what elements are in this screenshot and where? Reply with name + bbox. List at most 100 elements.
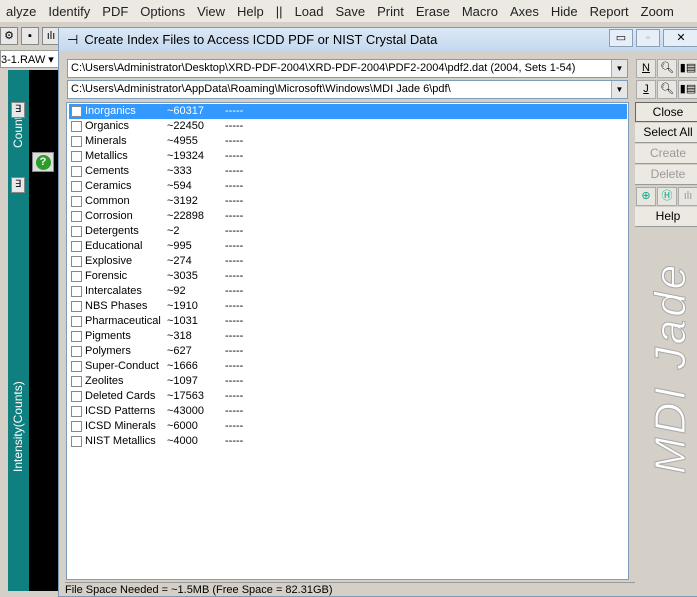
h-icon[interactable]: Ⓗ [657, 187, 677, 206]
checkbox[interactable] [71, 286, 82, 297]
checkbox[interactable] [71, 391, 82, 402]
list-item[interactable]: Pharmaceutical ~1031 ----- [69, 314, 627, 329]
menu-item[interactable]: View [191, 4, 231, 19]
list-item[interactable]: NIST Metallics ~4000 ----- [69, 434, 627, 449]
close-button[interactable]: Close [635, 102, 697, 122]
checkbox[interactable] [71, 406, 82, 417]
menu-item[interactable]: Save [329, 4, 371, 19]
settings-icon[interactable]: ⚙ [0, 27, 18, 45]
item-name: Deleted Cards [85, 390, 156, 402]
list-item[interactable]: Ceramics ~594 ----- [69, 179, 627, 194]
j-button[interactable]: J [636, 80, 656, 99]
checkbox[interactable] [71, 346, 82, 357]
checkbox[interactable] [71, 301, 82, 312]
list-item[interactable]: Intercalates ~92 ----- [69, 284, 627, 299]
menu-item[interactable]: Erase [410, 4, 456, 19]
search-icon[interactable]: 🔍︎ [657, 59, 677, 78]
chevron-down-icon[interactable]: ▼ [611, 60, 627, 77]
maximize-button[interactable]: ▫ [636, 29, 660, 47]
checkbox[interactable] [71, 241, 82, 252]
checkbox[interactable] [71, 421, 82, 432]
list-item[interactable]: Common ~3192 ----- [69, 194, 627, 209]
menu-item[interactable]: Print [371, 4, 410, 19]
checkbox[interactable] [71, 331, 82, 342]
checkbox[interactable] [71, 196, 82, 207]
item-name: Inorganics [85, 105, 136, 117]
menu-item[interactable]: Macro [456, 4, 504, 19]
menu-item[interactable]: Help [231, 4, 270, 19]
list-item[interactable]: Super-Conduct ~1666 ----- [69, 359, 627, 374]
list-item[interactable]: Polymers ~627 ----- [69, 344, 627, 359]
list-item[interactable]: ICSD Patterns ~43000 ----- [69, 404, 627, 419]
checkbox[interactable] [71, 361, 82, 372]
chevron-down-icon[interactable]: ▼ [611, 81, 627, 98]
menu-item[interactable]: Hide [545, 4, 584, 19]
list-item[interactable]: Explosive ~274 ----- [69, 254, 627, 269]
item-count: ~92 [167, 285, 186, 297]
checkbox[interactable] [71, 211, 82, 222]
minimize-button[interactable]: ▭ [609, 29, 633, 47]
menu-item[interactable]: Report [584, 4, 635, 19]
menu-item[interactable]: Options [134, 4, 191, 19]
list-item[interactable]: Minerals ~4955 ----- [69, 134, 627, 149]
item-count: ~318 [167, 330, 192, 342]
search-icon[interactable]: 🔍︎ [657, 80, 677, 99]
item-status: ----- [225, 105, 244, 117]
item-status: ----- [225, 225, 244, 237]
list-item[interactable]: Detergents ~2 ----- [69, 224, 627, 239]
list-item[interactable]: Zeolites ~1097 ----- [69, 374, 627, 389]
help-button[interactable]: Help [635, 207, 697, 227]
pdf-path-combo[interactable]: C:\Users\Administrator\Desktop\XRD-PDF-2… [67, 59, 628, 78]
add-icon[interactable]: ⊕ [636, 187, 656, 206]
checkbox[interactable] [71, 136, 82, 147]
list-item[interactable]: Inorganics ~60317 ----- [69, 104, 627, 119]
menu-item[interactable]: Axes [504, 4, 545, 19]
checkbox[interactable] [71, 256, 82, 267]
list-item[interactable]: Forensic ~3035 ----- [69, 269, 627, 284]
list-item[interactable]: ICSD Minerals ~6000 ----- [69, 419, 627, 434]
menu-item[interactable]: alyze [0, 4, 42, 19]
browse-icon[interactable]: ▮▤ [678, 80, 697, 99]
select-all-button[interactable]: Select All [635, 123, 697, 143]
menu-item[interactable]: Identify [42, 4, 96, 19]
item-count: ~4955 [167, 135, 198, 147]
item-status: ----- [225, 435, 244, 447]
close-window-button[interactable]: ✕ [663, 29, 697, 47]
list-item[interactable]: Educational ~995 ----- [69, 239, 627, 254]
browse-icon[interactable]: ▮▤ [678, 59, 697, 78]
list-item[interactable]: Pigments ~318 ----- [69, 329, 627, 344]
cursor-button[interactable]: ∃ [11, 102, 25, 118]
item-count: ~3035 [167, 270, 198, 282]
list-item[interactable]: Organics ~22450 ----- [69, 119, 627, 134]
checkbox[interactable] [71, 376, 82, 387]
save-icon[interactable]: ▪ [21, 27, 39, 45]
checkbox[interactable] [71, 316, 82, 327]
list-item[interactable]: Deleted Cards ~17563 ----- [69, 389, 627, 404]
chart-icon[interactable]: ılı [678, 187, 697, 206]
checkbox[interactable] [71, 226, 82, 237]
delete-button[interactable]: Delete [635, 165, 697, 185]
file-select[interactable]: 3-1.RAW ▾ [0, 50, 62, 68]
checkbox[interactable] [71, 151, 82, 162]
list-item[interactable]: Cements ~333 ----- [69, 164, 627, 179]
database-list[interactable]: Inorganics ~60317 ----- Organics ~22450 -----… [66, 102, 629, 580]
item-status: ----- [225, 375, 244, 387]
index-path-combo[interactable]: C:\Users\Administrator\AppData\Roaming\M… [67, 80, 628, 99]
list-item[interactable]: NBS Phases ~1910 ----- [69, 299, 627, 314]
checkbox[interactable] [71, 166, 82, 177]
list-item[interactable]: Metallics ~19324 ----- [69, 149, 627, 164]
create-button[interactable]: Create [635, 144, 697, 164]
help-question-button[interactable]: ? [32, 152, 54, 172]
checkbox[interactable] [71, 106, 82, 117]
checkbox[interactable] [71, 271, 82, 282]
checkbox[interactable] [71, 121, 82, 132]
menu-item[interactable]: Load [289, 4, 330, 19]
list-item[interactable]: Corrosion ~22898 ----- [69, 209, 627, 224]
menu-item[interactable]: Zoom [635, 4, 680, 19]
cursor-button-2[interactable]: ∃ [11, 177, 25, 193]
checkbox[interactable] [71, 181, 82, 192]
checkbox[interactable] [71, 436, 82, 447]
menu-item[interactable]: PDF [96, 4, 134, 19]
n-button[interactable]: N [636, 59, 656, 78]
menu-item[interactable]: || [270, 4, 289, 19]
